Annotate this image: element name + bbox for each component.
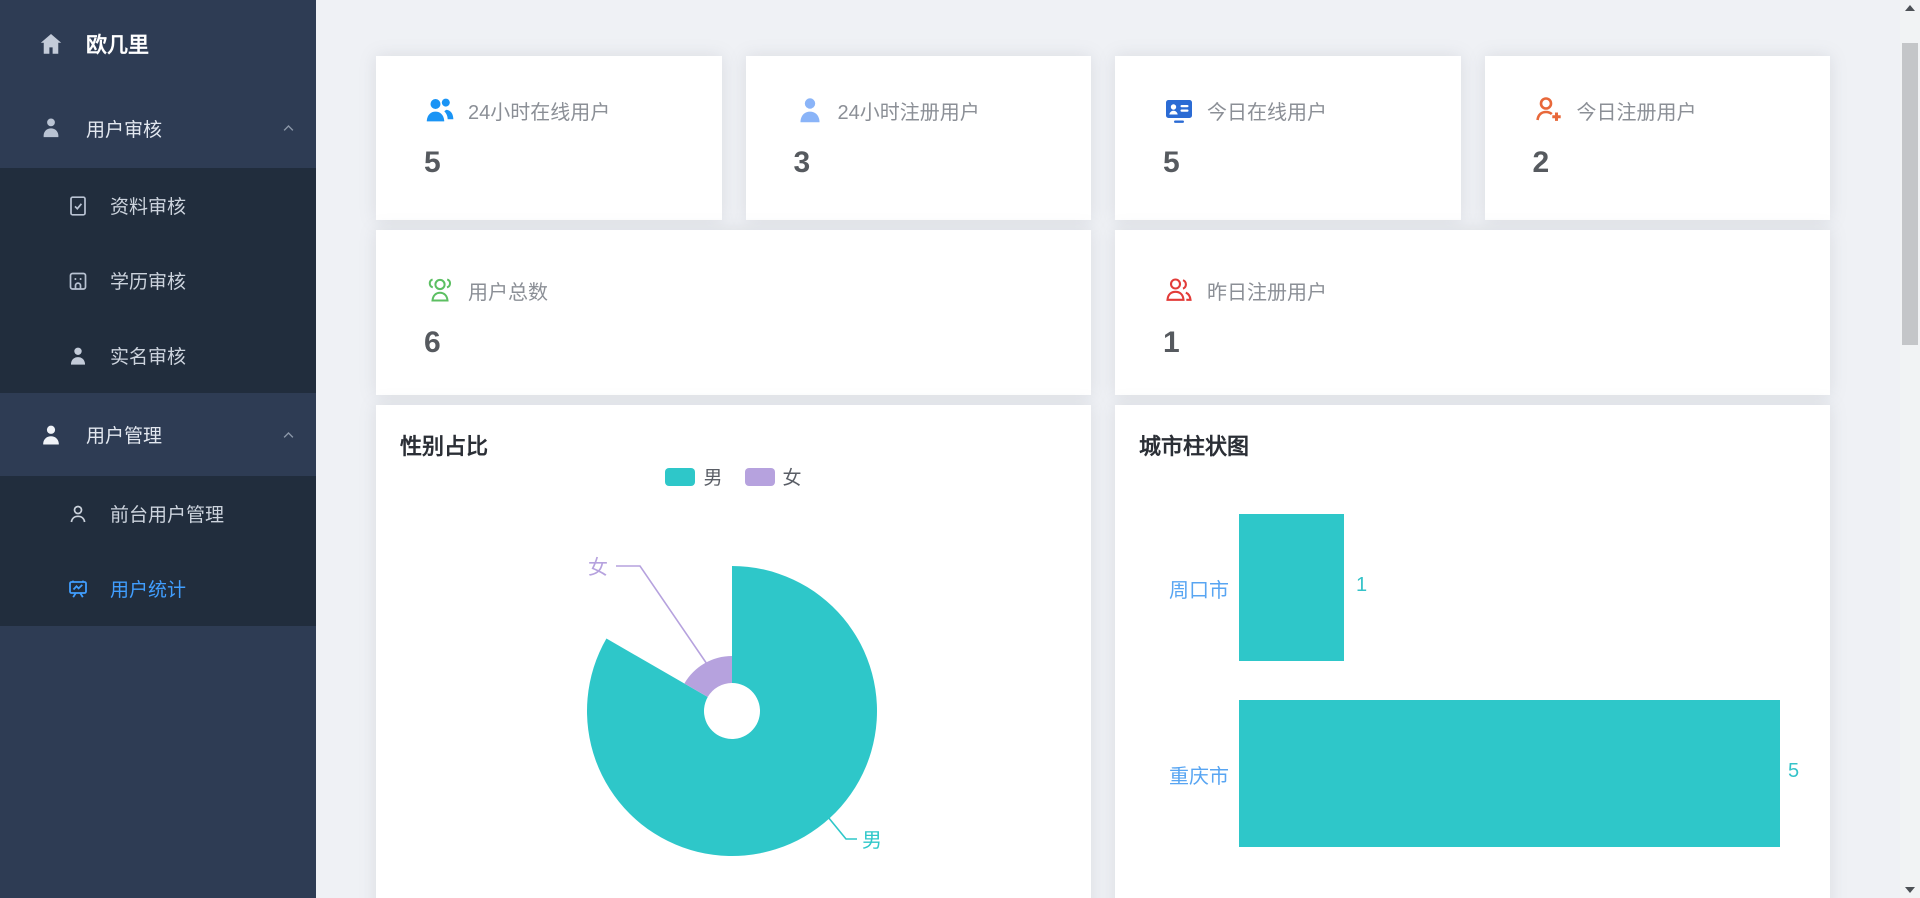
sidebar-item-label: 用户管理: [86, 426, 163, 447]
sidebar-item-label: 实名审核: [110, 347, 187, 368]
pie-label-male: 男: [862, 830, 882, 852]
sidebar-item-user-statistics[interactable]: 用户统计: [0, 551, 316, 626]
bar-value-label: 5: [1788, 760, 1800, 782]
bar-zhoukou[interactable]: [1239, 514, 1344, 661]
bar-value-label: 1: [1356, 574, 1368, 596]
sidebar-item-label: 用户审核: [86, 119, 163, 141]
user-icon: [38, 422, 64, 448]
user-registered-icon: [794, 94, 826, 126]
sidebar-logo[interactable]: 欧几里: [0, 0, 316, 88]
stat-value: 2: [1532, 146, 1550, 179]
chevron-up-icon: [281, 121, 296, 136]
user-add-icon: [1533, 94, 1565, 126]
stat-card-online-24h: 24小时在线用户 5: [376, 56, 722, 220]
bar-category-label: 周口市: [1169, 580, 1229, 602]
submenu-user-audit: 资料审核 学历审核 实名审核: [0, 168, 316, 393]
sidebar-item-realname-audit[interactable]: 实名审核: [0, 318, 316, 393]
stat-value: 3: [793, 146, 811, 179]
sidebar-item-label: 前台用户管理: [110, 505, 225, 526]
stat-label: 用户总数: [468, 281, 548, 304]
users-total-icon: [424, 274, 456, 306]
stat-card-registered-today: 今日注册用户 2: [1484, 56, 1830, 220]
bar-chart-title: 城市柱状图: [1139, 434, 1250, 459]
person-icon: [66, 344, 90, 368]
chevron-up-icon: [281, 428, 296, 443]
sidebar-item-frontend-users[interactable]: 前台用户管理: [0, 476, 316, 551]
stat-value: 5: [424, 146, 441, 179]
stat-label: 今日注册用户: [1576, 101, 1697, 124]
bar-chongqing[interactable]: [1239, 700, 1780, 847]
document-check-icon: [66, 194, 90, 218]
submenu-user-management: 前台用户管理 用户统计: [0, 476, 316, 626]
vertical-scrollbar[interactable]: [1900, 0, 1920, 898]
dashboard-grid: 24小时在线用户 5 24小时注册用户 3 今日在线用户 5 今日注册用户 2 …: [376, 56, 1830, 898]
bar-category-label: 重庆市: [1169, 766, 1229, 788]
app-title: 欧几里: [86, 34, 149, 57]
school-building-icon: [66, 269, 90, 293]
stat-label: 今日在线用户: [1207, 101, 1327, 124]
stat-value: 1: [1163, 326, 1180, 359]
stat-card-total-users: 用户总数 6: [376, 230, 1091, 395]
pie-slice-male[interactable]: [587, 566, 878, 856]
sidebar-item-user-management[interactable]: 用户管理: [0, 393, 316, 476]
sidebar-item-education-audit[interactable]: 学历审核: [0, 243, 316, 318]
pie-label-female: 女: [588, 556, 608, 579]
sidebar-item-label: 资料审核: [110, 197, 187, 218]
scroll-down-arrow-icon[interactable]: [1905, 887, 1915, 893]
users-yesterday-icon: [1163, 274, 1195, 306]
chart-board-icon: [66, 577, 90, 601]
sidebar: 欧几里 用户审核 资料审核 学历审核 实名审核 用户管理 前台用户管理 用户统计: [0, 0, 316, 898]
gender-pie-card: 性别占比 男 女 女 男: [376, 405, 1091, 898]
sidebar-item-label: 学历审核: [110, 272, 187, 293]
id-card-icon: [1163, 94, 1195, 126]
sidebar-item-user-audit[interactable]: 用户审核: [0, 88, 316, 168]
stat-card-registered-yesterday: 昨日注册用户 1: [1115, 230, 1830, 395]
home-icon: [38, 31, 64, 57]
user-audit-icon: [38, 115, 64, 141]
stat-card-registered-24h: 24小时注册用户 3: [745, 56, 1091, 220]
person-outline-icon: [66, 502, 90, 526]
main-content: 24小时在线用户 5 24小时注册用户 3 今日在线用户 5 今日注册用户 2 …: [316, 0, 1900, 898]
scrollbar-thumb[interactable]: [1902, 43, 1918, 345]
female-leader-line: [616, 565, 710, 668]
sidebar-item-data-audit[interactable]: 资料审核: [0, 168, 316, 243]
city-bar-card: 城市柱状图 周口市 重庆市 1 5: [1115, 405, 1830, 898]
male-leader-line: [827, 816, 857, 840]
users-online-icon: [424, 94, 456, 126]
stat-value: 6: [424, 326, 441, 359]
stat-card-online-today: 今日在线用户 5: [1115, 56, 1461, 220]
stat-label: 昨日注册用户: [1207, 281, 1327, 304]
gender-rose-pie: 女 男: [587, 556, 882, 856]
stat-label: 24小时注册用户: [837, 101, 980, 124]
sidebar-item-label: 用户统计: [110, 580, 187, 601]
stat-value: 5: [1163, 146, 1180, 179]
stat-label: 24小时在线用户: [468, 101, 611, 124]
scroll-up-arrow-icon[interactable]: [1905, 5, 1915, 11]
